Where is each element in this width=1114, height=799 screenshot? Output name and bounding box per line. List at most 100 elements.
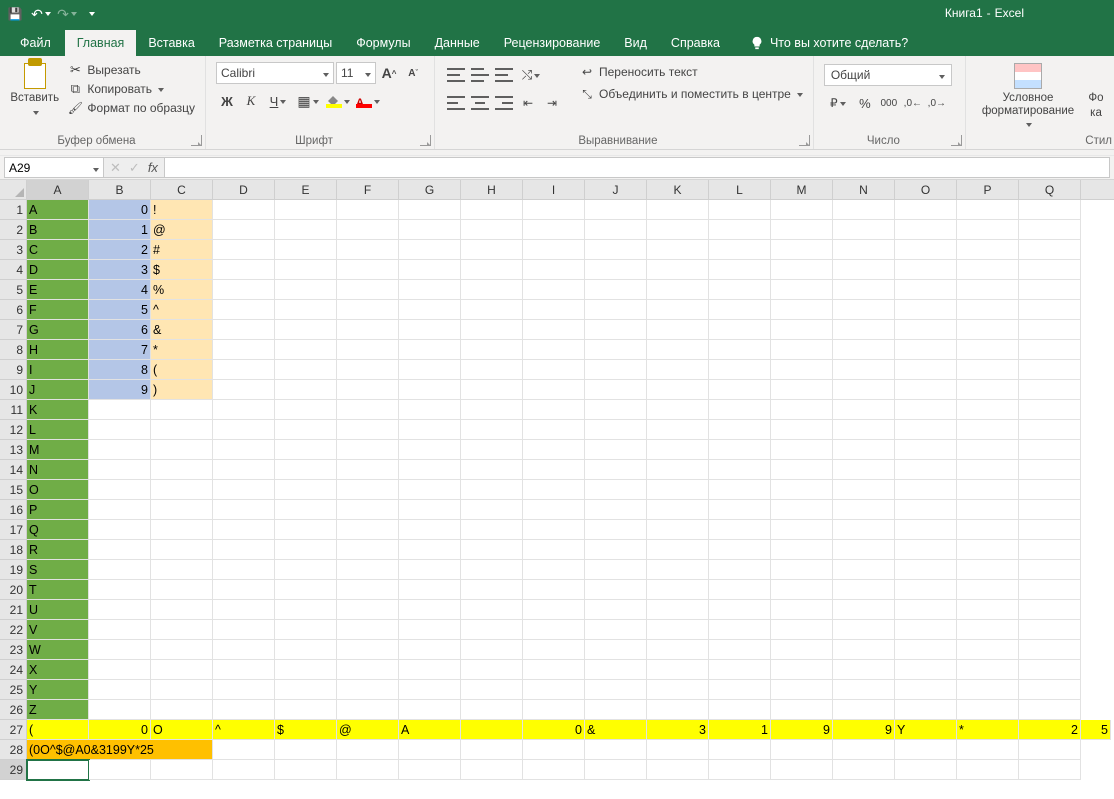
cell[interactable]: E — [27, 280, 89, 300]
cell[interactable] — [709, 320, 771, 340]
cell[interactable] — [337, 540, 399, 560]
cell[interactable]: ) — [151, 380, 213, 400]
cell[interactable] — [895, 760, 957, 780]
cell[interactable]: V — [27, 620, 89, 640]
tell-me-search[interactable]: Что вы хотите сделать? — [746, 30, 912, 56]
cell[interactable] — [399, 420, 461, 440]
cell[interactable] — [213, 220, 275, 240]
save-icon[interactable] — [6, 5, 24, 23]
cell[interactable] — [213, 700, 275, 720]
align-middle-button[interactable] — [469, 64, 491, 86]
cell[interactable] — [337, 520, 399, 540]
cell[interactable] — [337, 660, 399, 680]
cell[interactable] — [585, 760, 647, 780]
cell[interactable] — [833, 760, 895, 780]
cell[interactable] — [89, 560, 151, 580]
cell[interactable] — [957, 560, 1019, 580]
cell[interactable] — [275, 460, 337, 480]
cell[interactable] — [833, 560, 895, 580]
cell[interactable] — [833, 240, 895, 260]
cell[interactable] — [585, 320, 647, 340]
cell[interactable] — [213, 680, 275, 700]
cell[interactable]: 9 — [89, 380, 151, 400]
cell[interactable] — [213, 240, 275, 260]
cell[interactable] — [399, 400, 461, 420]
row-header[interactable]: 4 — [0, 260, 27, 280]
cell[interactable] — [647, 460, 709, 480]
cell[interactable] — [771, 480, 833, 500]
cell[interactable] — [833, 700, 895, 720]
cell[interactable] — [399, 640, 461, 660]
cell[interactable] — [957, 360, 1019, 380]
cell[interactable] — [151, 600, 213, 620]
cell[interactable] — [647, 660, 709, 680]
cell[interactable] — [1019, 620, 1081, 640]
cell[interactable]: % — [151, 280, 213, 300]
cell[interactable] — [89, 520, 151, 540]
cell[interactable] — [585, 360, 647, 380]
cell[interactable] — [399, 280, 461, 300]
comma-style-button[interactable] — [878, 92, 900, 114]
cell[interactable]: K — [27, 400, 89, 420]
cell[interactable] — [895, 240, 957, 260]
cell[interactable] — [151, 440, 213, 460]
grow-font-button[interactable]: A^ — [378, 62, 400, 84]
cell[interactable]: * — [151, 340, 213, 360]
cell[interactable] — [337, 240, 399, 260]
cell[interactable]: ^ — [151, 300, 213, 320]
cell[interactable] — [337, 200, 399, 220]
cell[interactable] — [275, 200, 337, 220]
cell[interactable] — [585, 260, 647, 280]
cell[interactable] — [337, 600, 399, 620]
cell[interactable] — [337, 260, 399, 280]
cell[interactable] — [461, 340, 523, 360]
col-header[interactable]: H — [461, 180, 523, 199]
cell[interactable] — [709, 340, 771, 360]
cell[interactable] — [1019, 480, 1081, 500]
cell[interactable] — [771, 680, 833, 700]
cell[interactable] — [647, 260, 709, 280]
cell[interactable] — [1019, 660, 1081, 680]
cell[interactable]: N — [27, 460, 89, 480]
cell[interactable] — [585, 400, 647, 420]
cell[interactable]: ( — [151, 360, 213, 380]
cell[interactable] — [151, 640, 213, 660]
cell[interactable]: T — [27, 580, 89, 600]
cell[interactable] — [833, 400, 895, 420]
cell[interactable] — [213, 420, 275, 440]
cell[interactable] — [399, 360, 461, 380]
cell[interactable]: @ — [337, 720, 399, 740]
cell[interactable] — [585, 580, 647, 600]
row-header[interactable]: 15 — [0, 480, 27, 500]
row-header[interactable]: 9 — [0, 360, 27, 380]
cell[interactable] — [151, 400, 213, 420]
cell[interactable] — [771, 660, 833, 680]
percent-button[interactable] — [854, 92, 876, 114]
cell[interactable] — [275, 320, 337, 340]
cell[interactable] — [523, 220, 585, 240]
cell[interactable] — [89, 500, 151, 520]
cell[interactable]: 3 — [89, 260, 151, 280]
cell[interactable] — [709, 460, 771, 480]
cell[interactable] — [895, 360, 957, 380]
cell[interactable] — [523, 520, 585, 540]
cell[interactable] — [337, 380, 399, 400]
cell[interactable] — [461, 260, 523, 280]
cell[interactable] — [585, 380, 647, 400]
row-header[interactable]: 20 — [0, 580, 27, 600]
cell[interactable] — [771, 400, 833, 420]
merge-center-button[interactable]: Объединить и поместить в центре — [579, 86, 803, 102]
cell[interactable]: & — [585, 720, 647, 740]
cell[interactable] — [151, 700, 213, 720]
cell[interactable] — [585, 600, 647, 620]
redo-icon[interactable] — [58, 5, 76, 23]
cell[interactable] — [213, 260, 275, 280]
cell[interactable] — [213, 280, 275, 300]
tab-insert[interactable]: Вставка — [136, 30, 206, 56]
cell[interactable] — [709, 680, 771, 700]
cell[interactable] — [833, 580, 895, 600]
cell[interactable] — [399, 480, 461, 500]
fill-color-button[interactable] — [324, 90, 352, 112]
cell[interactable] — [895, 700, 957, 720]
cell[interactable] — [89, 480, 151, 500]
